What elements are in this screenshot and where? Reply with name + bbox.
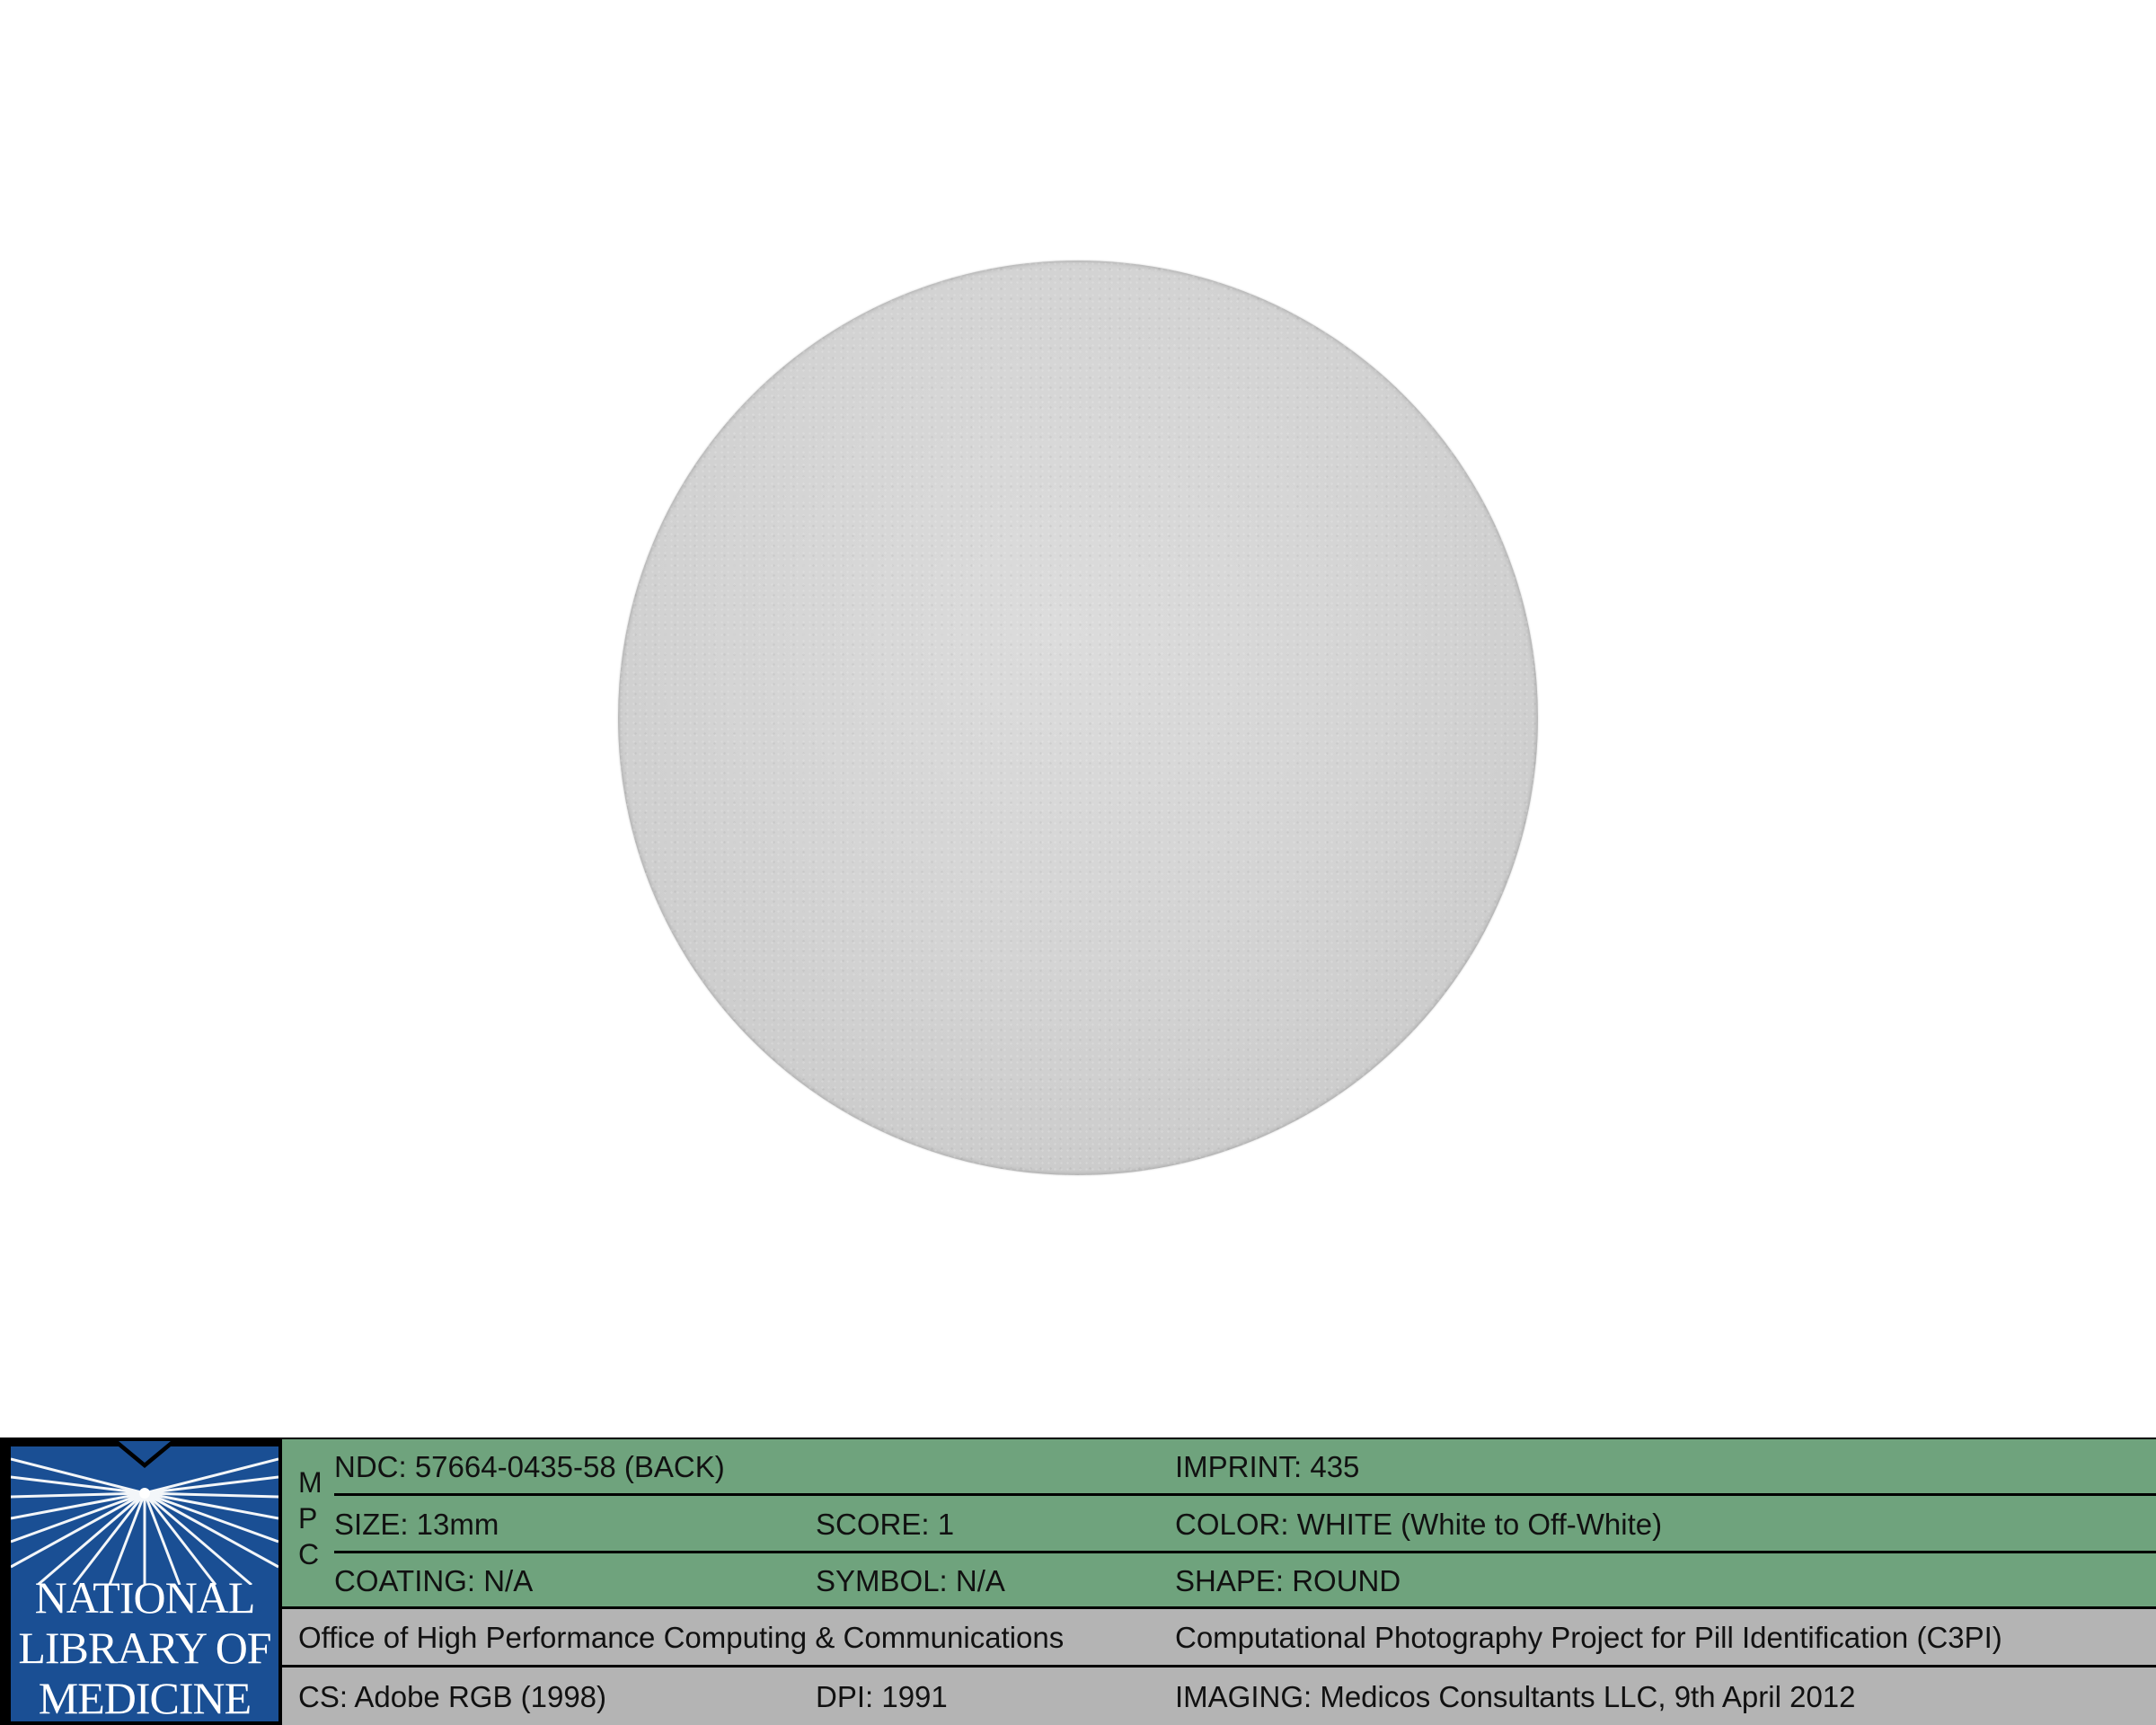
mpc-letter-p: P xyxy=(298,1502,318,1535)
row-coating: COATING: N/A SYMBOL: N/A SHAPE: ROUND xyxy=(334,1553,2156,1606)
pill-info-table: M P C NDC: 57664-0435-58 (BACK) IMPRINT:… xyxy=(282,1439,2156,1725)
book-rays-icon xyxy=(11,1441,278,1585)
project-value: Computational Photography Project for Pi… xyxy=(1175,1621,2002,1654)
shape-value: SHAPE: ROUND xyxy=(1175,1564,1401,1597)
logo-line-library: LIBRARY OF xyxy=(18,1623,271,1673)
logo-line-national: NATIONAL xyxy=(34,1572,256,1623)
score-value: SCORE: 1 xyxy=(816,1508,955,1541)
info-footer: NATIONAL LIBRARY OF MEDICINE M P C NDC: … xyxy=(0,1438,2156,1725)
nlm-logo: NATIONAL LIBRARY OF MEDICINE xyxy=(11,1441,278,1721)
row-imaging: CS: Adobe RGB (1998) DPI: 1991 IMAGING: … xyxy=(282,1668,2156,1725)
pill-image xyxy=(618,261,1538,1175)
coating-value: COATING: N/A xyxy=(334,1564,534,1597)
size-value: SIZE: 13mm xyxy=(334,1508,499,1541)
row-ndc: NDC: 57664-0435-58 (BACK) IMPRINT: 435 xyxy=(334,1439,2156,1493)
mpc-letter-m: M xyxy=(298,1466,323,1499)
color-value: COLOR: WHITE (White to Off-White) xyxy=(1175,1508,1663,1541)
mpc-label: M P C xyxy=(282,1439,334,1606)
cs-value: CS: Adobe RGB (1998) xyxy=(298,1680,607,1713)
row-size: SIZE: 13mm SCORE: 1 COLOR: WHITE (White … xyxy=(334,1496,2156,1551)
row-office: Office of High Performance Computing & C… xyxy=(282,1609,2156,1665)
photo-area xyxy=(0,0,2156,1438)
office-value: Office of High Performance Computing & C… xyxy=(298,1621,1065,1654)
pill-texture xyxy=(618,261,1538,1175)
imprint-value: IMPRINT: 435 xyxy=(1175,1450,1360,1483)
ndc-value: NDC: 57664-0435-58 (BACK) xyxy=(334,1450,725,1483)
mpc-letter-c: C xyxy=(298,1538,320,1570)
dpi-value: DPI: 1991 xyxy=(816,1680,948,1713)
imaging-value: IMAGING: Medicos Consultants LLC, 9th Ap… xyxy=(1175,1680,1856,1713)
symbol-value: SYMBOL: N/A xyxy=(816,1564,1005,1597)
logo-line-medicine: MEDICINE xyxy=(38,1673,252,1721)
